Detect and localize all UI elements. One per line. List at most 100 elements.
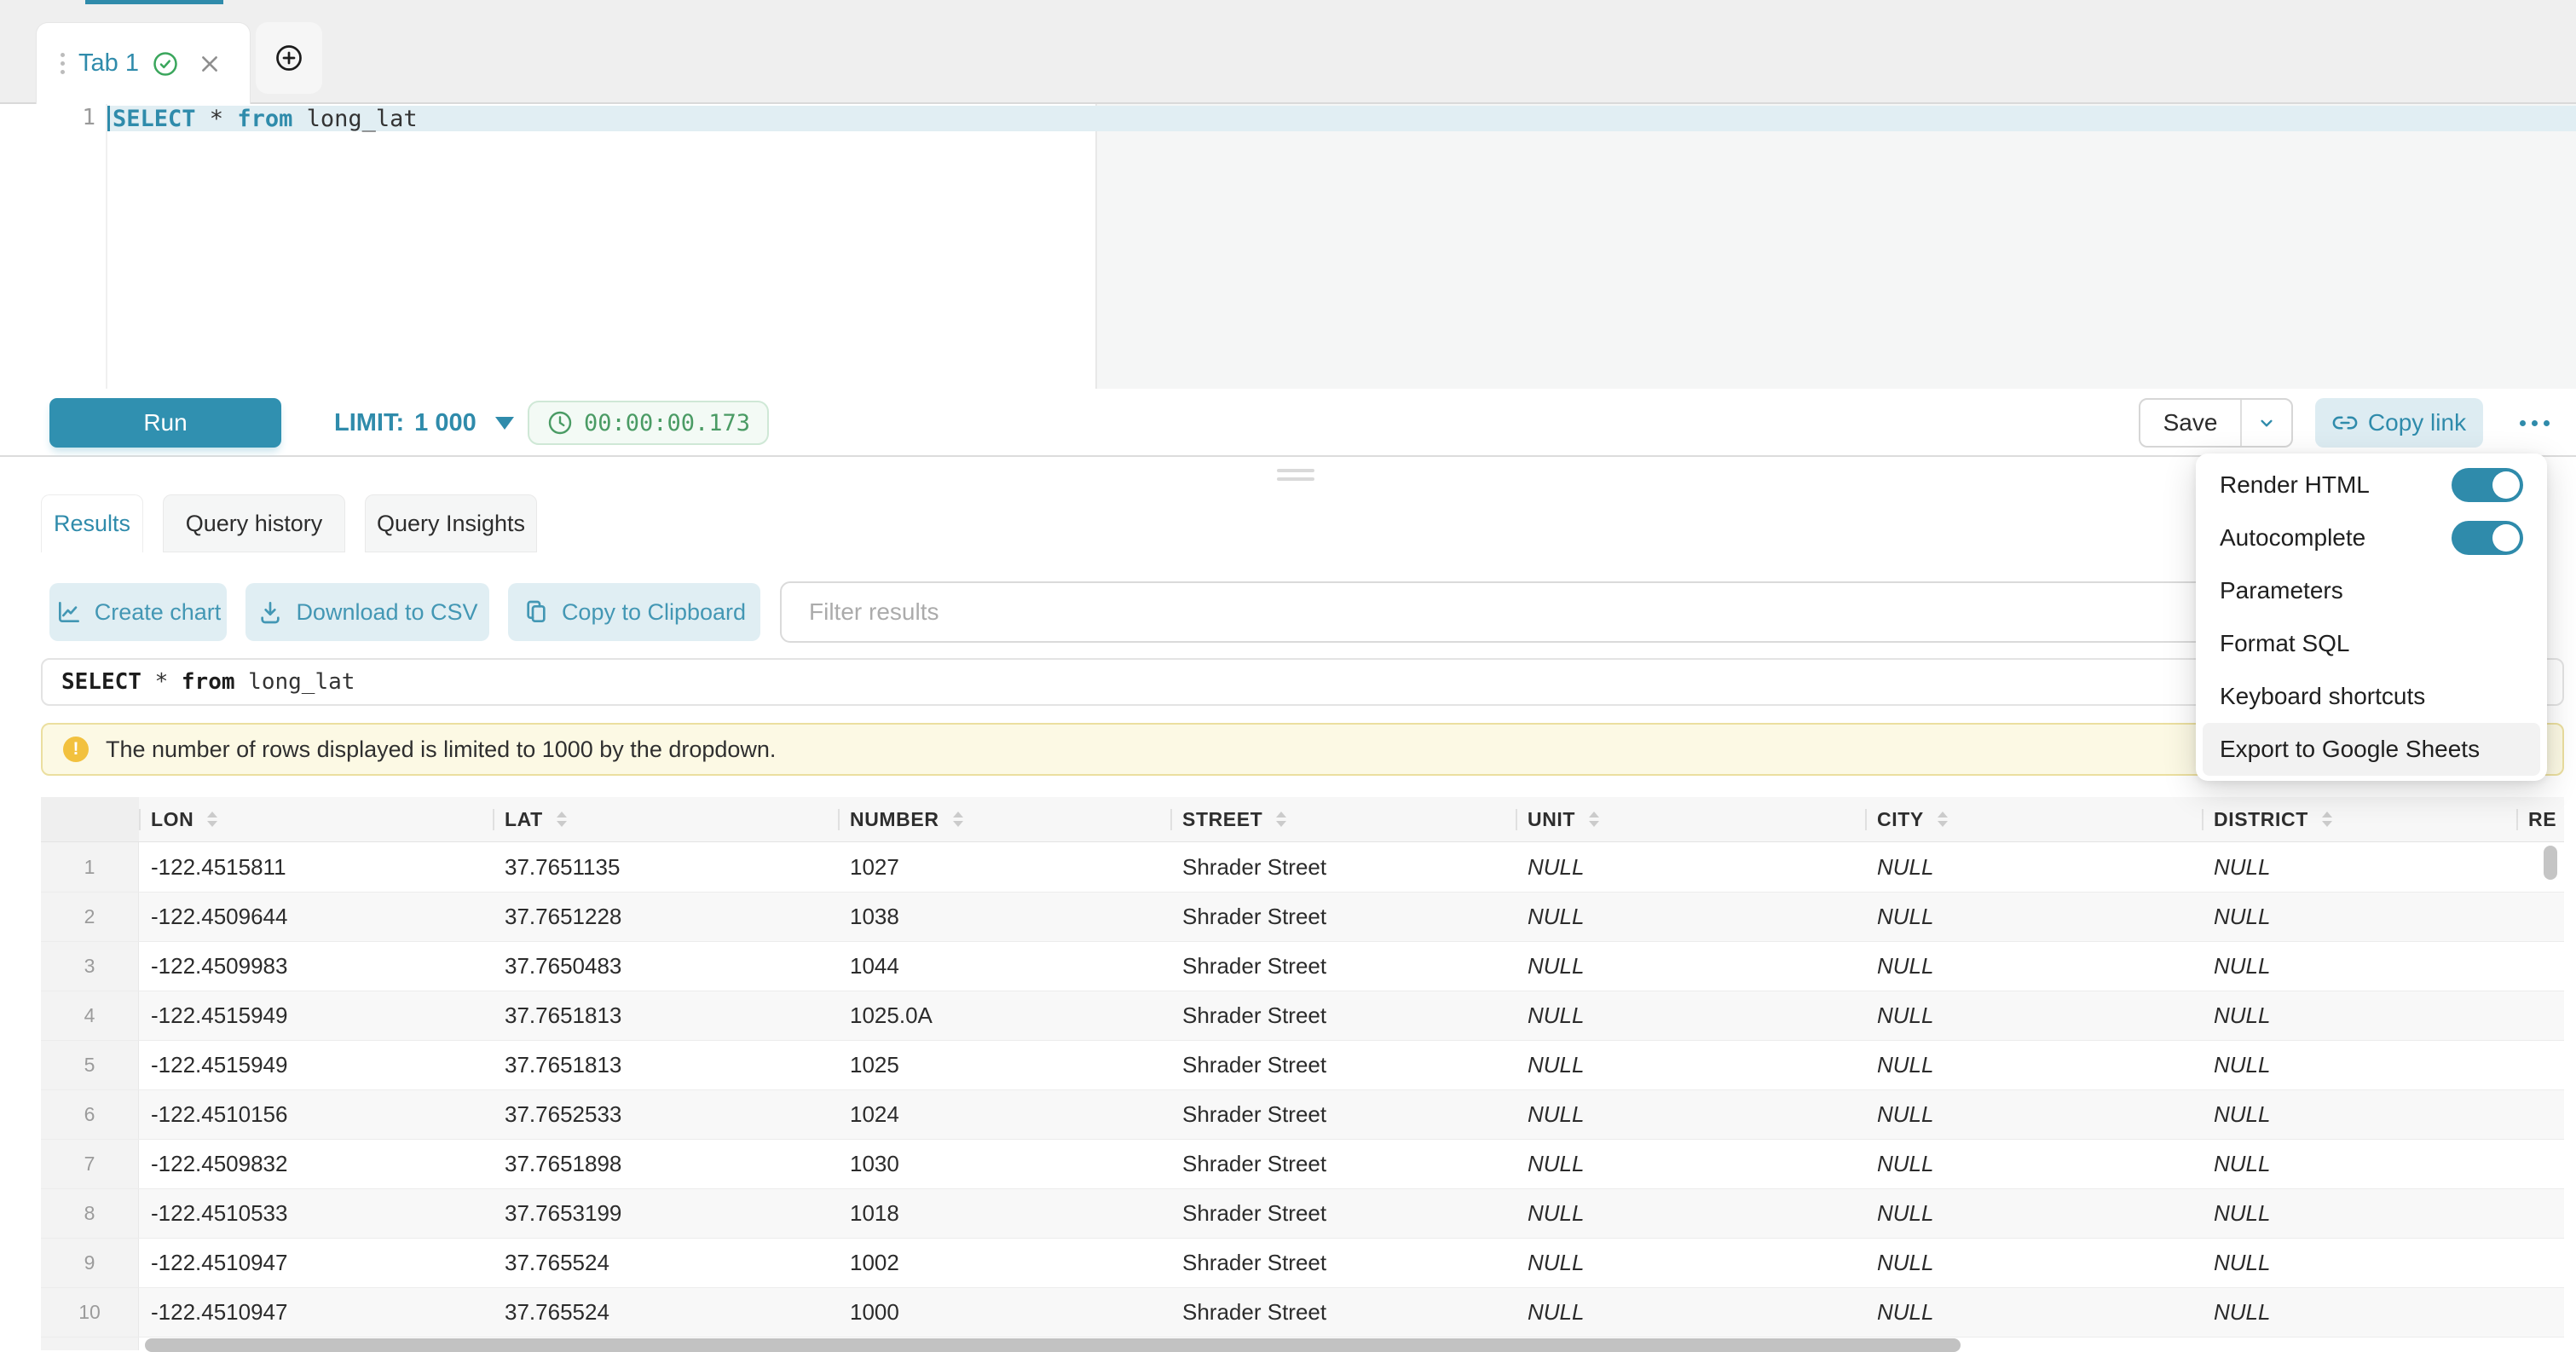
row-number: 2 — [41, 893, 139, 941]
warning-icon: ! — [63, 737, 89, 762]
more-options-button[interactable] — [2510, 398, 2559, 448]
tab-results[interactable]: Results — [41, 494, 143, 552]
tab-tab1[interactable]: Tab 1 — [36, 22, 251, 104]
menu-item-parameters[interactable]: Parameters — [2196, 564, 2547, 617]
sort-icon[interactable] — [2322, 812, 2332, 827]
line-number: 1 — [0, 106, 95, 130]
download-csv-button[interactable]: Download to CSV — [245, 583, 489, 641]
top-accent-line — [85, 0, 223, 4]
close-tab-icon[interactable] — [199, 53, 221, 75]
sort-icon[interactable] — [557, 812, 567, 827]
table-cell: Shrader Street — [1170, 1239, 1516, 1287]
table-cell: NULL — [1865, 842, 2202, 892]
link-icon — [2332, 410, 2358, 436]
table-row: 5-122.451594937.76518131025Shrader Stree… — [41, 1040, 2564, 1089]
editor-code-line[interactable]: SELECT * from long_lat — [113, 106, 418, 131]
results-panel: Results Query history Query Insights Cre… — [0, 494, 2576, 1350]
tab-query-insights[interactable]: Query Insights — [365, 494, 537, 552]
table-cell: 1018 — [838, 1189, 1170, 1238]
row-number: 11 — [41, 1338, 139, 1350]
chevron-down-icon — [2255, 412, 2278, 434]
sort-icon[interactable] — [1589, 812, 1599, 827]
render-html-toggle[interactable] — [2452, 468, 2523, 502]
sql-keyword: from — [237, 106, 292, 132]
table-cell: -122.4509832 — [139, 1140, 493, 1188]
table-cell: 37.765524 — [493, 1288, 838, 1337]
table-cell: NULL — [2202, 893, 2516, 941]
column-header-district[interactable]: DISTRICT — [2202, 797, 2516, 842]
chevron-down-icon — [495, 417, 514, 430]
resize-handle-icon[interactable] — [1277, 469, 1314, 481]
vertical-scrollbar-thumb[interactable] — [2544, 846, 2557, 880]
table-cell: NULL — [1516, 942, 1865, 991]
column-header-number[interactable]: NUMBER — [838, 797, 1170, 842]
table-cell: NULL — [1865, 893, 2202, 941]
table-cell: Shrader Street — [1170, 991, 1516, 1040]
save-options-button[interactable] — [2240, 400, 2291, 446]
table-cell: NULL — [1516, 893, 1865, 941]
menu-item-render-html[interactable]: Render HTML — [2196, 459, 2547, 511]
table-cell: Shrader Street — [1170, 1041, 1516, 1089]
table-row: 3-122.450998337.76504831044Shrader Stree… — [41, 941, 2564, 991]
table-cell — [2516, 1140, 2564, 1188]
table-cell: NULL — [2202, 842, 2516, 892]
row-number: 9 — [41, 1239, 139, 1287]
run-button[interactable]: Run — [49, 398, 281, 448]
sql-keyword: SELECT — [61, 669, 142, 695]
duration-value: 00:00:00.173 — [584, 410, 750, 436]
copy-link-button[interactable]: Copy link — [2315, 398, 2483, 448]
sort-icon[interactable] — [1938, 812, 1948, 827]
table-cell: 1044 — [838, 942, 1170, 991]
clock-icon — [546, 409, 574, 436]
column-header-street[interactable]: STREET — [1170, 797, 1516, 842]
table-cell: -122.4510947 — [139, 1288, 493, 1337]
table-cell: NULL — [1865, 991, 2202, 1040]
row-number: 5 — [41, 1041, 139, 1089]
query-duration-badge: 00:00:00.173 — [528, 401, 769, 445]
menu-item-autocomplete[interactable]: Autocomplete — [2196, 511, 2547, 564]
menu-item-keyboard-shortcuts[interactable]: Keyboard shortcuts — [2196, 670, 2547, 723]
table-cell: NULL — [2202, 1041, 2516, 1089]
menu-item-export-google-sheets[interactable]: Export to Google Sheets — [2203, 723, 2540, 776]
menu-item-format-sql[interactable]: Format SQL — [2196, 617, 2547, 670]
autocomplete-toggle[interactable] — [2452, 521, 2523, 555]
row-number: 7 — [41, 1140, 139, 1188]
table-cell — [2516, 893, 2564, 941]
table-cell: NULL — [1865, 942, 2202, 991]
copy-to-clipboard-button[interactable]: Copy to Clipboard — [508, 583, 760, 641]
table-cell — [2516, 1090, 2564, 1139]
sort-icon[interactable] — [953, 812, 963, 827]
editor-gutter: 1 — [0, 104, 107, 389]
notice-text: The number of rows displayed is limited … — [106, 737, 776, 763]
table-cell — [2516, 942, 2564, 991]
sql-editor[interactable]: 1 SELECT * from long_lat — [0, 104, 2576, 389]
sort-icon[interactable] — [1276, 812, 1286, 827]
column-header-city[interactable]: CITY — [1865, 797, 2202, 842]
table-cell: NULL — [2202, 991, 2516, 1040]
table-cell: 37.7651813 — [493, 1041, 838, 1089]
row-number: 4 — [41, 991, 139, 1040]
save-split-button: Save — [2139, 398, 2293, 448]
save-button[interactable]: Save — [2140, 400, 2240, 446]
table-cell: NULL — [1516, 1041, 1865, 1089]
column-header-lon[interactable]: LON — [139, 797, 493, 842]
limit-dropdown[interactable]: LIMIT: 1 000 — [334, 398, 514, 448]
sort-icon[interactable] — [207, 812, 217, 827]
results-table: LONLATNUMBERSTREETUNITCITYDISTRICTRE 1-1… — [41, 797, 2564, 1350]
table-row: 10-122.451094737.7655241000Shrader Stree… — [41, 1287, 2564, 1337]
table-cell: NULL — [1865, 1288, 2202, 1337]
tab-query-history[interactable]: Query history — [163, 494, 345, 552]
table-cell: -122.4515811 — [139, 842, 493, 892]
sql-identifier: long_lat — [248, 669, 355, 695]
add-tab-button[interactable] — [256, 22, 322, 94]
table-cell: -122.4510156 — [139, 1090, 493, 1139]
column-header-unit[interactable]: UNIT — [1516, 797, 1865, 842]
table-cell: NULL — [2202, 1288, 2516, 1337]
table-cell: Shrader Street — [1170, 1090, 1516, 1139]
table-cell: 37.7651813 — [493, 991, 838, 1040]
column-header-lat[interactable]: LAT — [493, 797, 838, 842]
table-cell: Shrader Street — [1170, 842, 1516, 892]
drag-handle-icon[interactable] — [61, 53, 65, 74]
table-cell: 1025 — [838, 1041, 1170, 1089]
create-chart-button[interactable]: Create chart — [49, 583, 227, 641]
